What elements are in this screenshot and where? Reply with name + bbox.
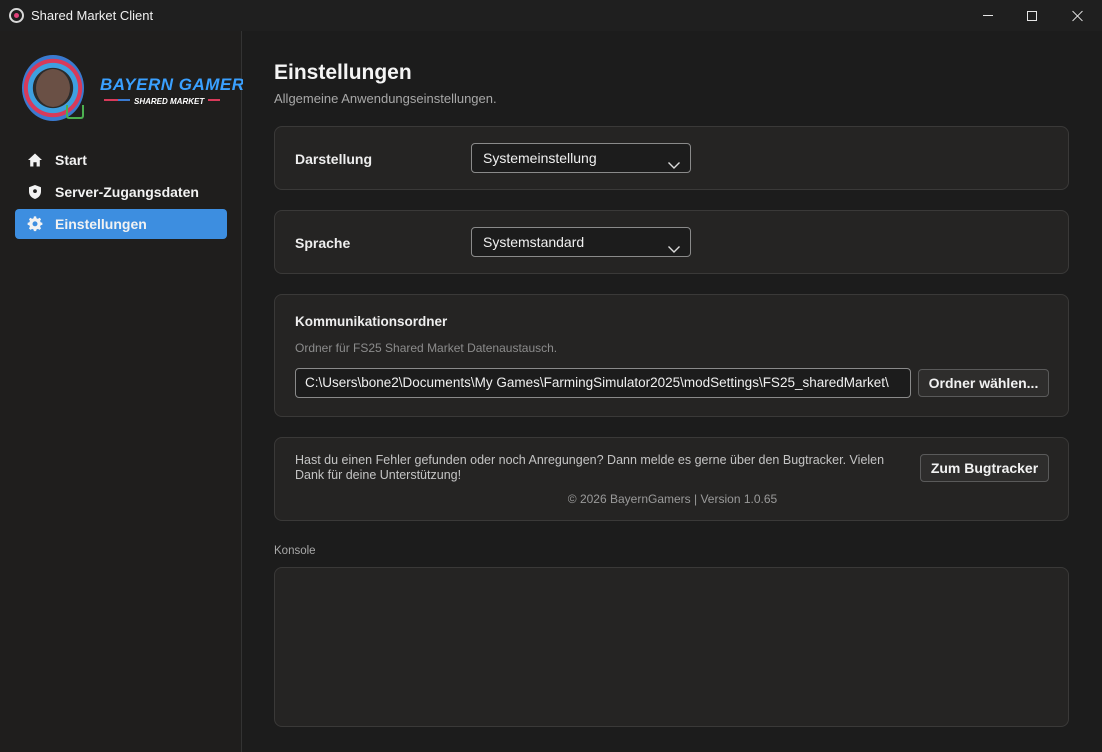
home-icon (27, 152, 43, 168)
console-output[interactable] (274, 567, 1069, 727)
sidebar-item-server-credentials[interactable]: Server-Zugangsdaten (15, 177, 227, 207)
page-title: Einstellungen (274, 61, 412, 84)
folder-label: Kommunikationsordner (295, 314, 448, 329)
language-card: Sprache Systemstandard (274, 210, 1069, 274)
language-label: Sprache (295, 235, 351, 251)
bugtracker-text: Hast du einen Fehler gefunden oder noch … (295, 453, 885, 482)
shopping-cart-icon (66, 105, 84, 119)
console-label: Konsole (274, 545, 316, 557)
sidebar: BAYERN GAMERS SHARED MARKET Start Server… (0, 31, 256, 752)
minimize-button[interactable] (965, 0, 1011, 31)
sidebar-nav: Start Server-Zugangsdaten Einstellungen (15, 145, 227, 241)
appearance-select-value: Systemeinstellung (483, 150, 597, 166)
chevron-down-icon (667, 236, 681, 253)
folder-description: Ordner für FS25 Shared Market Datenausta… (295, 341, 558, 355)
sidebar-item-start[interactable]: Start (15, 145, 227, 175)
bugtracker-card: Hast du einen Fehler gefunden oder noch … (274, 437, 1069, 521)
appearance-label: Darstellung (295, 151, 373, 167)
folder-path-input[interactable]: C:\Users\bone2\Documents\My Games\Farmin… (295, 368, 911, 398)
appearance-card: Darstellung Systemeinstellung (274, 126, 1069, 190)
copyright-text: © 2026 BayernGamers | Version 1.0.65 (567, 492, 778, 506)
language-select-value: Systemstandard (483, 234, 585, 250)
logo: BAYERN GAMERS SHARED MARKET (22, 55, 256, 133)
appearance-select[interactable]: Systemeinstellung (471, 143, 691, 173)
sidebar-item-label: Einstellungen (55, 216, 147, 232)
maximize-icon (1027, 10, 1037, 21)
sidebar-item-label: Start (55, 152, 87, 168)
chevron-down-icon (667, 152, 681, 169)
logo-title: BAYERN GAMERS (100, 75, 257, 94)
page-subtitle: Allgemeine Anwendungseinstellungen. (274, 91, 497, 106)
logo-subtitle: SHARED MARKET (130, 97, 209, 106)
window-title: Shared Market Client (31, 8, 154, 23)
title-bar: Shared Market Client (0, 0, 1102, 31)
language-select[interactable]: Systemstandard (471, 227, 691, 257)
close-button[interactable] (1055, 0, 1101, 31)
app-icon (9, 8, 24, 23)
folder-card: Kommunikationsordner Ordner für FS25 Sha… (274, 294, 1069, 417)
minimize-icon (983, 15, 993, 16)
sidebar-item-settings[interactable]: Einstellungen (15, 209, 227, 239)
main-content: Einstellungen Allgemeine Anwendungseinst… (243, 31, 1102, 752)
maximize-button[interactable] (1009, 0, 1055, 31)
choose-folder-button[interactable]: Ordner wählen... (918, 369, 1049, 397)
shield-icon (27, 184, 43, 200)
close-icon (1072, 10, 1084, 22)
sidebar-item-label: Server-Zugangsdaten (55, 184, 199, 200)
bugtracker-button[interactable]: Zum Bugtracker (920, 454, 1049, 482)
logo-divider-accent-left (104, 99, 118, 101)
gear-icon (27, 216, 43, 232)
